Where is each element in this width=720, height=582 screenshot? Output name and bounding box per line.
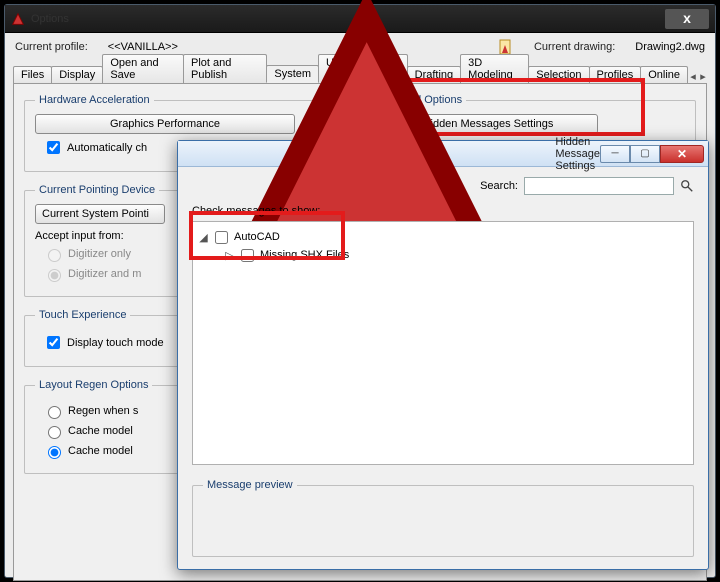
hms-minimize-button[interactable]: ─ [600,145,630,163]
regen-when-radio[interactable] [48,406,61,419]
digitizer-and-radio [48,269,61,282]
message-tree: ◢ AutoCAD ▷ Missing SHX Files [192,221,694,465]
tab-files[interactable]: Files [13,66,52,83]
hms-close-button[interactable]: ✕ [660,145,704,163]
auto-check-label: Automatically ch [67,142,147,154]
digitizer-only-radio [48,249,61,262]
auto-check-checkbox[interactable] [47,141,60,154]
search-input[interactable] [524,177,674,195]
cache-model-1-label: Cache model [68,425,133,437]
hms-title: Hidden Message Settings [555,136,600,172]
hms-maximize-button[interactable]: ▢ [630,145,660,163]
touch-legend: Touch Experience [35,309,130,321]
search-icon[interactable] [680,179,694,193]
regen-when-label: Regen when s [68,405,138,417]
tab-profiles[interactable]: Profiles [589,66,642,83]
app-icon [11,12,25,26]
tab-scroll: ◂ ▸ [689,69,707,83]
tree-child-row[interactable]: ▷ Missing SHX Files [225,246,687,264]
hms-body: Search: Check messages to show: ◢ AutoCA… [178,167,708,579]
tab-scroll-left[interactable]: ◂ [689,69,697,83]
regen-legend: Layout Regen Options [35,379,152,391]
tab-online[interactable]: Online [640,66,688,83]
tree-root-label: AutoCAD [234,231,280,243]
tab-open-and-save[interactable]: Open and Save [102,54,184,83]
tab-scroll-right[interactable]: ▸ [699,69,707,83]
profile-name: <<VANILLA>> [108,41,178,53]
message-preview-label: Message preview [203,479,297,491]
tree-root-row[interactable]: ◢ AutoCAD [199,228,687,246]
search-label: Search: [480,180,518,192]
touch-mode-checkbox[interactable] [47,336,60,349]
hms-titlebar: Hidden Message Settings ─ ▢ ✕ [178,141,708,167]
options-close-button[interactable]: x [665,9,709,29]
tree-child-checkbox[interactable] [241,249,254,262]
digitizer-and-label: Digitizer and m [68,268,141,280]
expander-leaf-icon[interactable]: ▷ [225,251,234,260]
touch-mode-label: Display touch mode [67,337,164,349]
cache-model-2-radio[interactable] [48,446,61,459]
drawing-name: Drawing2.dwg [635,41,705,53]
digitizer-only-label: Digitizer only [68,248,131,260]
expander-collapse-icon[interactable]: ◢ [199,233,208,242]
cache-model-2-label: Cache model [68,445,133,457]
profile-label: Current profile: [15,41,88,53]
pointing-legend: Current Pointing Device [35,184,159,196]
tab-display[interactable]: Display [51,66,103,83]
message-preview-group: Message preview [192,479,694,557]
tree-root-checkbox[interactable] [215,231,228,244]
tree-child-label: Missing SHX Files [260,249,349,261]
hardware-legend: Hardware Acceleration [35,94,154,106]
cache-model-1-radio[interactable] [48,426,61,439]
hidden-message-settings-window: Hidden Message Settings ─ ▢ ✕ Search: Ch… [177,140,709,570]
pointing-device-select[interactable]: Current System Pointi [35,204,165,224]
